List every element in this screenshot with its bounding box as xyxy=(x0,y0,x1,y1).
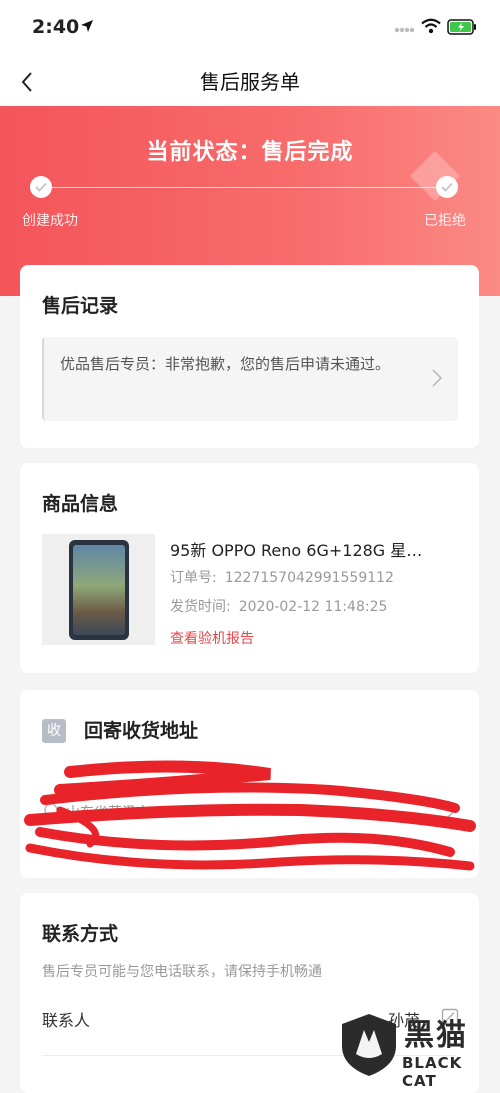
wifi-icon xyxy=(421,18,441,34)
record-message-box[interactable]: 优品售后专员：非常抱歉，您的售后申请未通过。 xyxy=(42,337,458,421)
ship-time-label: 发货时间: xyxy=(170,599,231,615)
status-time: 2:40 xyxy=(32,16,80,38)
product-image[interactable] xyxy=(42,534,155,645)
watermark-en: BLACK CAT xyxy=(402,1054,463,1090)
record-title: 售后记录 xyxy=(42,295,119,317)
phone-image-icon xyxy=(69,540,129,640)
order-number-value: 1227157042991559112 xyxy=(224,570,394,586)
record-card: 售后记录 优品售后专员：非常抱歉，您的售后申请未通过。 xyxy=(20,265,479,448)
watermark-cn: 黑猫 xyxy=(404,1018,468,1053)
step-label-created: 创建成功 xyxy=(22,213,78,229)
step-label-rejected: 已拒绝 xyxy=(424,213,466,229)
watermark: 黑猫 BLACK CAT xyxy=(338,1010,500,1090)
chevron-right-icon xyxy=(432,369,442,387)
product-name: 95新 OPPO Reno 6G+128G 星… xyxy=(170,541,423,560)
progress-line xyxy=(41,187,447,188)
ship-time: 发货时间: 2020-02-12 11:48:25 xyxy=(170,596,395,616)
receive-badge: 收 xyxy=(42,719,66,743)
step-rejected-check-icon xyxy=(436,176,458,198)
address-title: 回寄收货地址 xyxy=(84,720,199,742)
nav-bar: 售后服务单 xyxy=(0,58,500,106)
status-bar: 2:40 xyxy=(0,0,500,58)
signal-icon xyxy=(394,27,415,33)
goods-title: 商品信息 xyxy=(42,493,119,515)
step-created-check-icon xyxy=(30,176,52,198)
status-title: 当前状态：售后完成 xyxy=(146,140,354,165)
goods-card: 商品信息 95新 OPPO Reno 6G+128G 星… 订单号: 122715… xyxy=(20,463,479,673)
location-arrow-icon xyxy=(81,20,93,32)
order-number-label: 订单号: xyxy=(170,570,217,586)
order-number: 订单号: 1227157042991559112 xyxy=(170,567,402,587)
contact-title: 联系方式 xyxy=(42,923,119,945)
black-cat-logo-icon xyxy=(342,1014,396,1076)
page-title: 售后服务单 xyxy=(200,70,300,94)
inspection-report-link[interactable]: 查看验机报告 xyxy=(170,628,254,648)
contact-person-label: 联系人 xyxy=(42,1011,91,1030)
battery-icon xyxy=(447,19,476,35)
redaction-scribble xyxy=(24,760,476,871)
ship-time-value: 2020-02-12 11:48:25 xyxy=(238,599,388,615)
contact-subtitle: 售后专员可能与您电话联系，请保持手机畅通 xyxy=(42,964,322,980)
record-message: 优品售后专员：非常抱歉，您的售后申请未通过。 xyxy=(60,355,391,373)
address-card: 收 回寄收货地址 山东省菏泽市 xyxy=(20,690,479,878)
